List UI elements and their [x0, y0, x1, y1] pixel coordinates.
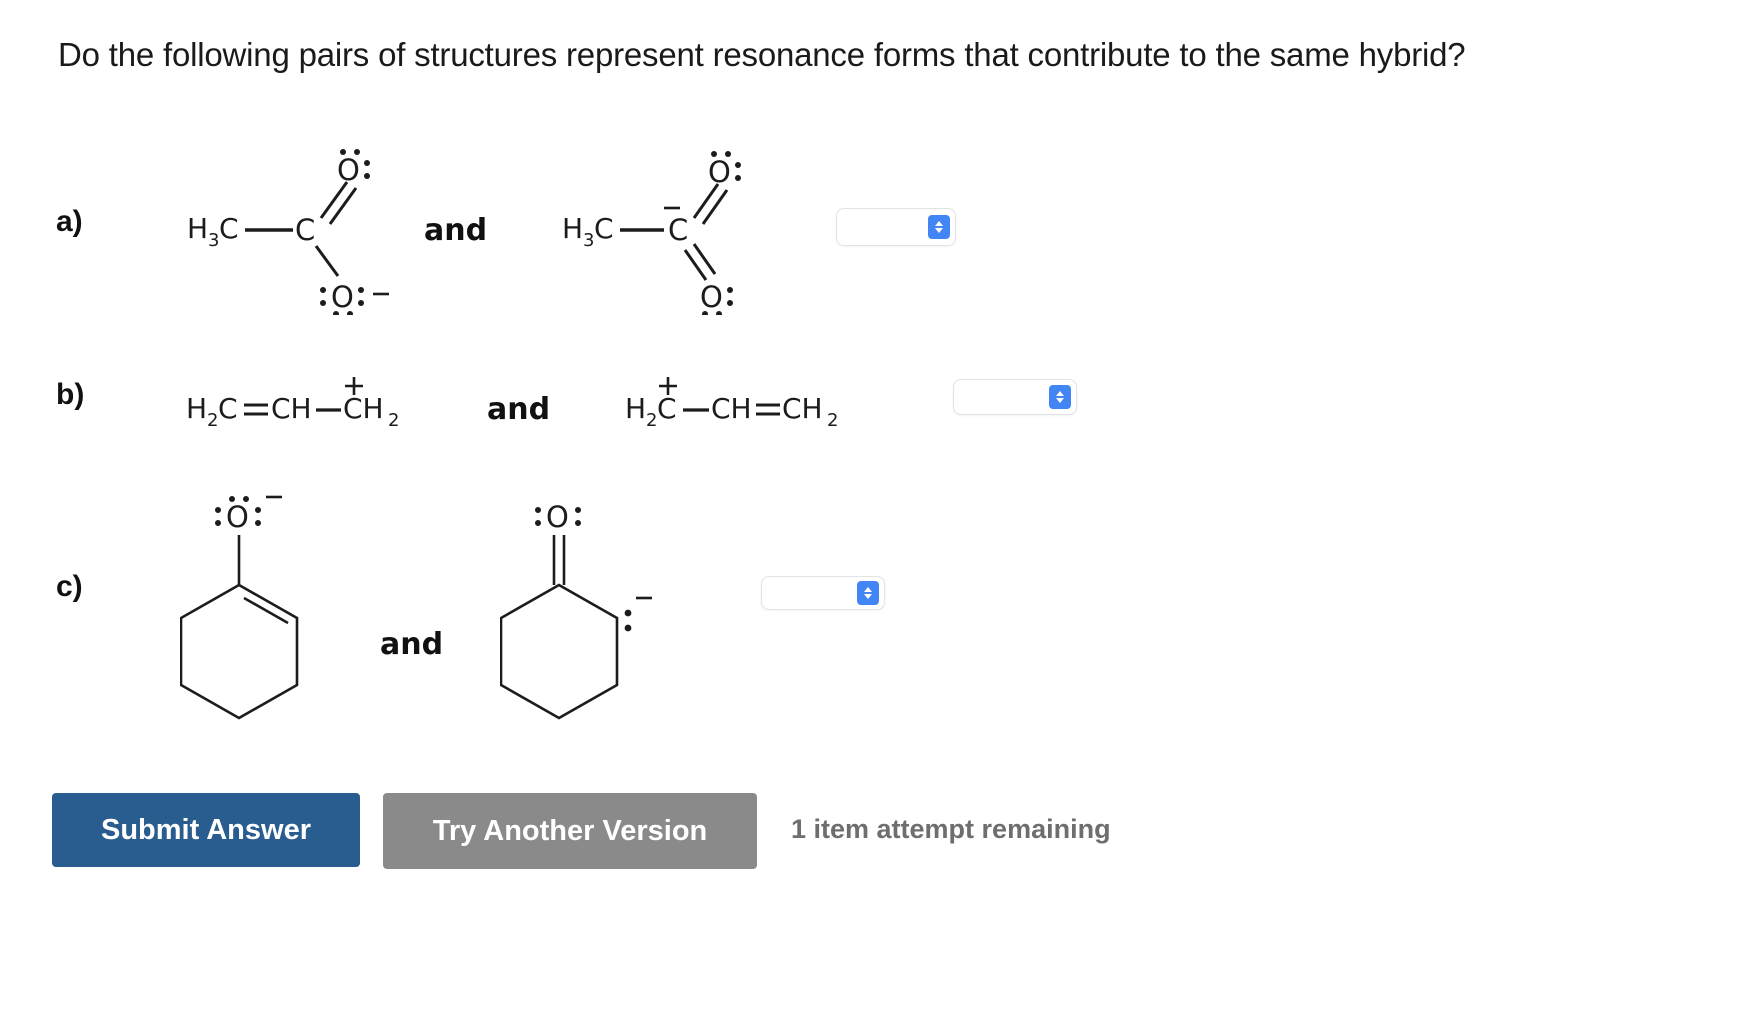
structure-acetate-form-2: H 3 C C O O: [552, 140, 767, 320]
svg-text:C: C: [219, 212, 239, 245]
svg-text:2: 2: [388, 410, 399, 430]
svg-text:H: H: [625, 392, 646, 425]
chevron-up-down-icon[interactable]: [928, 215, 950, 239]
chevron-up-down-icon[interactable]: [857, 581, 879, 605]
svg-text:CH: CH: [343, 392, 384, 425]
part-label-b: b): [56, 378, 85, 411]
svg-text:C: C: [668, 213, 688, 247]
conjunction-a: and: [424, 213, 488, 248]
svg-text:3: 3: [208, 230, 219, 251]
svg-text:O: O: [226, 500, 249, 534]
question-page: Do the following pairs of structures rep…: [0, 0, 1755, 1030]
svg-text:2: 2: [827, 410, 838, 430]
chevron-up-down-icon[interactable]: [1049, 385, 1071, 409]
structure-allyl-cation-form-2: H 2 C CH CH 2: [625, 368, 860, 435]
svg-text:C: C: [218, 392, 238, 425]
svg-text:CH: CH: [782, 392, 823, 425]
conjunction-c: and: [380, 627, 444, 662]
answer-dropdown-a[interactable]: [836, 208, 956, 246]
svg-text:O: O: [700, 280, 723, 314]
structure-cyclohexanone-carbanion: O: [499, 485, 700, 725]
submit-answer-button[interactable]: Submit Answer: [52, 793, 360, 867]
svg-text:H: H: [187, 212, 208, 245]
structure-cyclohexenolate: O: [179, 485, 380, 725]
svg-text:2: 2: [646, 410, 657, 430]
conjunction-b: and: [487, 392, 551, 427]
svg-text:H: H: [562, 212, 583, 245]
structure-acetate-form-1: H 3 C C O O: [175, 140, 405, 320]
svg-text:2: 2: [207, 410, 218, 430]
try-another-version-button[interactable]: Try Another Version: [383, 793, 757, 869]
page-title: Do the following pairs of structures rep…: [58, 36, 1466, 73]
svg-text:C: C: [657, 392, 677, 425]
part-label-c: c): [56, 570, 83, 603]
svg-text:CH: CH: [711, 392, 752, 425]
answer-dropdown-c[interactable]: [761, 576, 885, 610]
answer-dropdown-b[interactable]: [953, 379, 1077, 415]
part-label-a: a): [56, 205, 83, 238]
svg-text:O: O: [331, 280, 354, 314]
svg-text:H: H: [186, 392, 207, 425]
svg-text:C: C: [594, 212, 614, 245]
svg-text:CH: CH: [271, 392, 312, 425]
svg-text:C: C: [295, 213, 315, 247]
svg-text:3: 3: [583, 230, 594, 251]
structure-allyl-cation-form-1: H 2 C CH CH 2: [186, 368, 421, 435]
svg-text:O: O: [708, 155, 731, 189]
svg-text:O: O: [337, 153, 360, 187]
svg-text:O: O: [546, 500, 569, 534]
attempts-remaining-text: 1 item attempt remaining: [791, 814, 1111, 844]
